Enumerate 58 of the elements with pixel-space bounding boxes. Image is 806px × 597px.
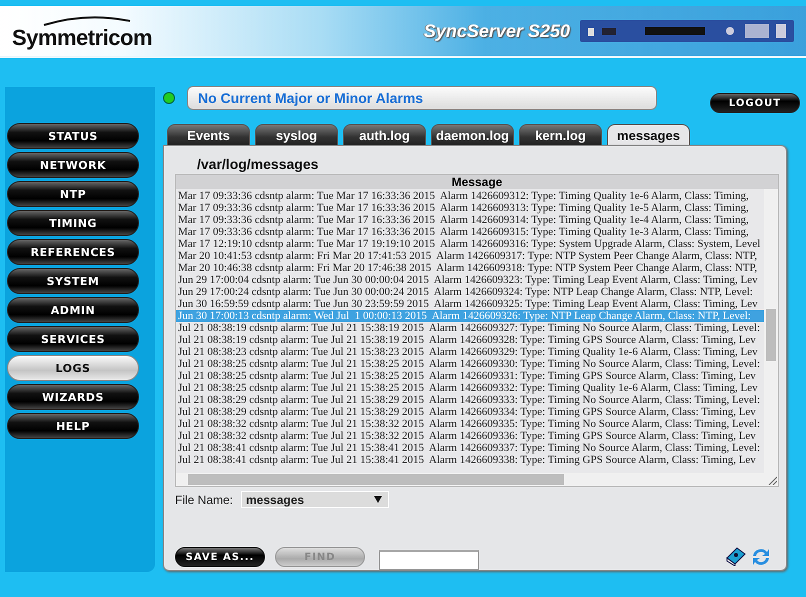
log-row[interactable]: Jun 29 17:00:24 cdsntp alarm: Tue Jun 30 00:00:24 2015 Alarm 1426609324: Type: NTP Leap Change Alarm, Class: NTP, Level: — [176, 286, 764, 298]
file-name-label: File Name: — [175, 492, 234, 506]
horizontal-scrollbar[interactable] — [176, 473, 764, 486]
log-row[interactable]: Jul 21 08:38:32 cdsntp alarm: Tue Jul 21 15:38:32 2015 Alarm 1426609335: Type: Timing No Source Alarm, Class: Timing, Level: — [176, 418, 764, 430]
log-row[interactable]: Jul 21 08:38:29 cdsntp alarm: Tue Jul 21 15:38:29 2015 Alarm 1426609334: Type: Timing GPS Source Alarm, Class: Timing, Lev — [176, 406, 764, 418]
log-row[interactable]: Jul 21 08:38:25 cdsntp alarm: Tue Jul 21 15:38:25 2015 Alarm 1426609331: Type: Timing GPS Source Alarm, Class: Timing, Lev — [176, 370, 764, 382]
logo-swoosh-icon — [42, 16, 132, 26]
resize-grip-icon[interactable] — [768, 476, 777, 485]
log-tab[interactable]: Events — [167, 124, 250, 145]
brand-logo: Symmetricom — [12, 26, 152, 50]
log-row[interactable]: Jul 21 08:38:25 cdsntp alarm: Tue Jul 21 15:38:25 2015 Alarm 1426609330: Type: Timing No Source Alarm, Class: Timing, Level: — [176, 358, 764, 370]
log-row[interactable]: Mar 17 09:33:36 cdsntp alarm: Tue Mar 17 16:33:36 2015 Alarm 1426609314: Type: Timing Quality 1e-4 Alarm, Class: Timing, — [176, 214, 764, 226]
panel-title: /var/log/messages — [197, 156, 320, 174]
help-book-icon[interactable] — [725, 546, 747, 566]
nav-button[interactable]: STATUS — [7, 123, 139, 149]
dropdown-arrow-icon — [374, 496, 382, 503]
log-row[interactable]: Jul 21 08:38:29 cdsntp alarm: Tue Jul 21 15:38:29 2015 Alarm 1426609333: Type: Timing No Source Alarm, Class: Timing, Level: — [176, 394, 764, 406]
log-tab[interactable]: auth.log — [343, 124, 426, 145]
nav-button[interactable]: HELP — [7, 413, 139, 439]
server-device-icon — [580, 18, 794, 44]
log-row[interactable]: Mar 17 09:33:36 cdsntp alarm: Tue Mar 17 16:33:36 2015 Alarm 1426609312: Type: Timing Quality 1e-6 Alarm, Class: Timing, — [176, 190, 764, 202]
log-row[interactable]: Jun 30 16:59:59 cdsntp alarm: Tue Jun 30 23:59:59 2015 Alarm 1426609325: Type: Timing Leap Event Alarm, Class: Timing, Lev — [176, 298, 764, 310]
scrollbar-thumb[interactable] — [766, 308, 776, 361]
find-input-field[interactable] — [379, 550, 479, 570]
nav-button[interactable]: NETWORK — [7, 152, 139, 178]
log-row[interactable]: Jul 21 08:38:23 cdsntp alarm: Tue Jul 21 15:38:23 2015 Alarm 1426609329: Type: Timing Quality 1e-6 Alarm, Class: Timing, Lev — [176, 346, 764, 358]
log-row[interactable]: Mar 20 10:41:53 cdsntp alarm: Fri Mar 20 17:41:53 2015 Alarm 1426609317: Type: NTP System Peer Change Alarm, Class: NTP, — [176, 250, 764, 262]
log-row[interactable]: Jul 21 08:38:32 cdsntp alarm: Tue Jul 21 15:38:32 2015 Alarm 1426609336: Type: Timing GPS Source Alarm, Class: Timing, Lev — [176, 430, 764, 442]
vertical-scrollbar[interactable] — [764, 188, 778, 473]
log-row[interactable]: Mar 17 12:19:10 cdsntp alarm: Tue Mar 17 19:19:10 2015 Alarm 1426609316: Type: System Upgrade Alarm, Class: System, Level — [176, 238, 764, 250]
logout-button[interactable]: LOGOUT — [710, 93, 800, 113]
log-row[interactable]: Mar 20 10:46:38 cdsntp alarm: Fri Mar 20 17:46:38 2015 Alarm 1426609318: Type: NTP System Peer Change Alarm, Class: NTP, — [176, 262, 764, 274]
log-row[interactable]: Jul 21 08:38:19 cdsntp alarm: Tue Jul 21 15:38:19 2015 Alarm 1426609327: Type: Timing No Source Alarm, Class: Timing, Level: — [176, 322, 764, 334]
product-name: SyncServer S250 — [424, 20, 570, 42]
log-row[interactable]: Jul 21 08:38:41 cdsntp alarm: Tue Jul 21 15:38:41 2015 Alarm 1426609337: Type: Timing No Source Alarm, Class: Timing, Level: — [176, 442, 764, 454]
nav-button[interactable]: SYSTEM — [7, 268, 139, 294]
alarm-status: No Current Major or Minor Alarms — [187, 86, 657, 110]
log-tab[interactable]: daemon.log — [431, 124, 514, 145]
nav-button[interactable]: ADMIN — [7, 297, 139, 323]
log-row[interactable]: Jul 21 08:38:41 cdsntp alarm: Tue Jul 21 15:38:41 2015 Alarm 1426609338: Type: Timing GPS Source Alarm, Class: Timing, Lev — [176, 454, 764, 466]
column-header: Message — [176, 174, 778, 189]
log-tab[interactable]: messages — [607, 124, 690, 145]
log-row[interactable]: Mar 17 09:33:36 cdsntp alarm: Tue Mar 17 16:33:36 2015 Alarm 1426609313: Type: Timing Quality 1e-5 Alarm, Class: Timing, — [176, 202, 764, 214]
log-row[interactable]: Jun 29 17:00:04 cdsntp alarm: Tue Jun 30 00:00:04 2015 Alarm 1426609323: Type: Timing Leap Event Alarm, Class: Timing, Lev — [176, 274, 764, 286]
log-tab[interactable]: kern.log — [519, 124, 602, 145]
file-name-dropdown[interactable]: messages — [241, 491, 390, 508]
scrollbar-thumb[interactable] — [188, 474, 564, 485]
nav-button[interactable]: TIMING — [7, 210, 139, 236]
save-as-button[interactable]: SAVE AS... — [175, 547, 265, 567]
log-row[interactable]: Jul 21 08:38:25 cdsntp alarm: Tue Jul 21 15:38:25 2015 Alarm 1426609332: Type: Timing Quality 1e-6 Alarm, Class: Timing, Lev — [176, 382, 764, 394]
log-tab[interactable]: syslog — [255, 124, 338, 145]
nav-button[interactable]: LOGS — [7, 355, 139, 381]
nav-button[interactable]: SERVICES — [7, 326, 139, 352]
nav-button[interactable]: WIZARDS — [7, 384, 139, 410]
nav-button[interactable]: NTP — [7, 181, 139, 207]
log-row[interactable]: Mar 17 09:33:36 cdsntp alarm: Tue Mar 17 16:33:36 2015 Alarm 1426609315: Type: Timing Quality 1e-3 Alarm, Class: Timing, — [176, 226, 764, 238]
log-row[interactable]: Jul 21 08:38:19 cdsntp alarm: Tue Jul 21 15:38:19 2015 Alarm 1426609328: Type: Timing GPS Source Alarm, Class: Timing, Lev — [176, 334, 764, 346]
nav-button[interactable]: REFERENCES — [7, 239, 139, 265]
